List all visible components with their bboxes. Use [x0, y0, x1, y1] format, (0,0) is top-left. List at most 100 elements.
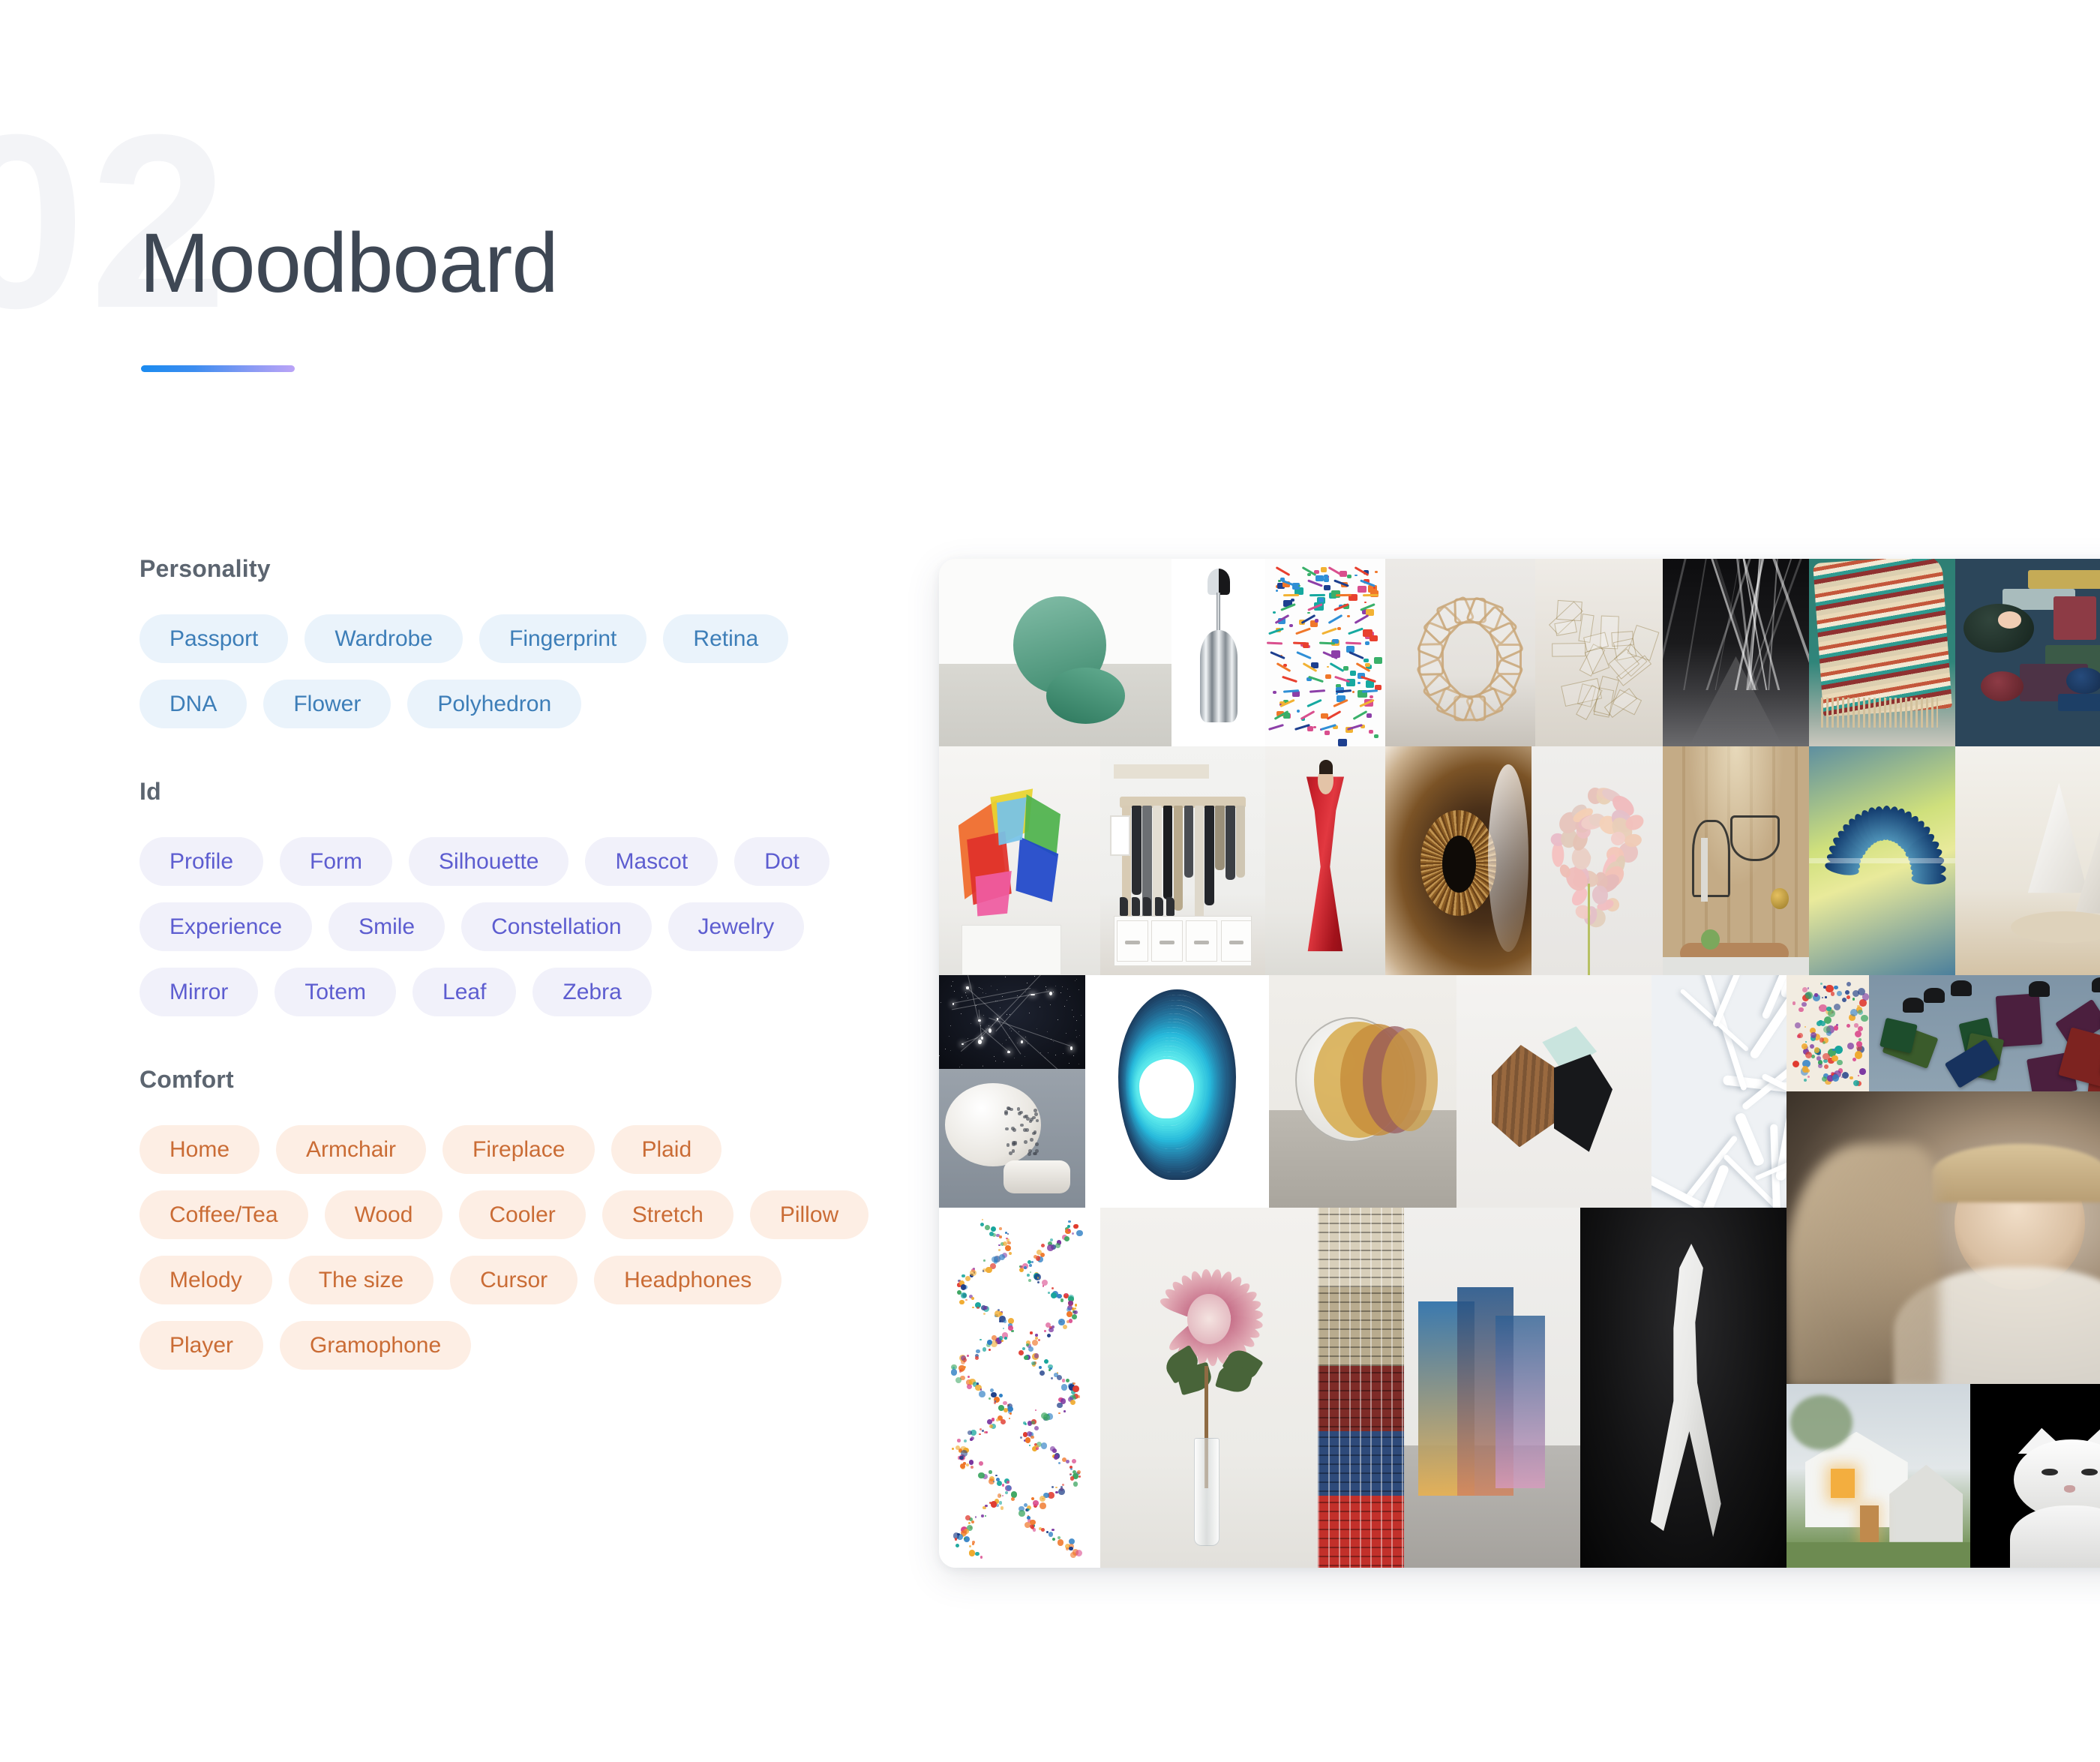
tag-silhouette[interactable]: Silhouette: [409, 837, 569, 886]
moodboard-image-white-dancer-sculpture: [1580, 1208, 1786, 1568]
moodboard-tile-teal-fingerprint-sculpture[interactable]: [1085, 975, 1269, 1208]
moodboard-tile-white-cat-portrait[interactable]: [1970, 1384, 2100, 1568]
moodboard-tile-chrome-corkscrew-figure[interactable]: [1172, 559, 1265, 746]
tag-constellation[interactable]: Constellation: [461, 902, 652, 951]
tag-melody[interactable]: Melody: [140, 1256, 272, 1304]
moodboard-tile-symmetric-architecture-bw[interactable]: [1663, 559, 1809, 746]
tag-cooler[interactable]: Cooler: [459, 1190, 586, 1239]
tag-groups-column: Personality Passport Wardrobe Fingerprint Re…: [140, 555, 897, 1419]
page-header: 02 Moodboard: [0, 98, 900, 405]
moodboard-image-white-lattice-relief: [1652, 975, 1786, 1208]
moodboard-image-porcelain-bowl-tube: [939, 1069, 1085, 1208]
moodboard-tile-wooden-door-hangers[interactable]: [1663, 746, 1809, 975]
moodboard-image-rainbow-prism-sculpture: [939, 746, 1100, 975]
moodboard-tile-green-mirror-discs[interactable]: [939, 559, 1172, 746]
moodboard-tile-dna-dot-poster[interactable]: [939, 1208, 1100, 1568]
tag-group-comfort: Comfort Home Armchair Fireplace Plaid Coffee/…: [140, 1066, 897, 1370]
tag-plaid[interactable]: Plaid: [611, 1125, 722, 1174]
moodboard-tile-pastel-polyhedron-sphere[interactable]: [1385, 559, 1535, 746]
moodboard-tile-protea-flower-vase[interactable]: [1100, 1208, 1318, 1568]
tag-home[interactable]: Home: [140, 1125, 260, 1174]
tag-pillow[interactable]: Pillow: [749, 1190, 869, 1239]
moodboard-image-plaid-blanket-stack: [1318, 1208, 1404, 1568]
tag-experience[interactable]: Experience: [140, 902, 313, 951]
tag-wardrobe[interactable]: Wardrobe: [304, 614, 463, 663]
tag-passport[interactable]: Passport: [140, 614, 289, 663]
moodboard-tile-constellation-night-sky[interactable]: [939, 975, 1085, 1069]
moodboard-image-blue-fan-abstract: [1809, 746, 1955, 975]
tag-retina[interactable]: Retina: [663, 614, 789, 663]
tag-leaf[interactable]: Leaf: [412, 968, 517, 1016]
tag-smile[interactable]: Smile: [328, 902, 446, 951]
moodboard-image-walk-in-closet-rail: [1100, 746, 1265, 975]
moodboard-tile-striped-blanket-teal-door[interactable]: [1809, 559, 1955, 746]
moodboard-tile-passports-on-pavement[interactable]: [1869, 975, 2100, 1091]
tag-jewelry[interactable]: Jewelry: [668, 902, 805, 951]
moodboard-tile-walk-in-closet-rail[interactable]: [1100, 746, 1265, 975]
tag-fingerprint[interactable]: Fingerprint: [479, 614, 647, 663]
tag-cursor[interactable]: Cursor: [450, 1256, 578, 1304]
tag-headphones[interactable]: Headphones: [594, 1256, 782, 1304]
tag-group-heading-comfort: Comfort: [140, 1066, 234, 1093]
moodboard-tile-colorful-dna-helix-poster[interactable]: [1265, 559, 1385, 746]
moodboard-tile-white-lattice-relief[interactable]: [1652, 975, 1786, 1208]
moodboard-image-pink-dahlia-flower: [1532, 746, 1663, 975]
moodboard-tile-girl-mirror-portrait[interactable]: [1786, 1091, 2100, 1384]
moodboard-image-gradient-glass-panels: [1404, 1208, 1580, 1568]
moodboard-collage[interactable]: [939, 559, 2100, 1568]
moodboard-tile-white-paper-folds[interactable]: [1955, 746, 2100, 975]
tag-stretch[interactable]: Stretch: [602, 1190, 734, 1239]
moodboard-image-white-paper-folds: [1955, 746, 2100, 975]
moodboard-tile-plaid-blanket-stack[interactable]: [1318, 1208, 1404, 1568]
moodboard-image-symmetric-architecture-bw: [1663, 559, 1809, 746]
tag-coffee-tea[interactable]: Coffee/Tea: [140, 1190, 308, 1239]
moodboard-image-dot-confetti-poster: [1786, 975, 1869, 1091]
moodboard-tile-color-chip-wall[interactable]: [1955, 559, 2100, 746]
moodboard-tile-amber-disc-mirror[interactable]: [1269, 975, 1456, 1208]
moodboard-tile-dot-confetti-poster[interactable]: [1786, 975, 1869, 1091]
moodboard-tile-porcelain-bowl-tube[interactable]: [939, 1069, 1085, 1208]
moodboard-tile-white-dancer-sculpture[interactable]: [1580, 1208, 1786, 1568]
tag-mirror[interactable]: Mirror: [140, 968, 259, 1016]
moodboard-image-color-chip-wall: [1955, 559, 2100, 746]
tag-group-heading-personality: Personality: [140, 555, 271, 582]
moodboard-tile-blue-fan-abstract[interactable]: [1809, 746, 1955, 975]
tag-zebra[interactable]: Zebra: [532, 968, 652, 1016]
tag-list-comfort: Home Armchair Fireplace Plaid Coffee/Tea Wood…: [140, 1125, 890, 1370]
tag-wood[interactable]: Wood: [324, 1190, 443, 1239]
moodboard-tile-pink-dahlia-flower[interactable]: [1532, 746, 1663, 975]
tag-gramophone[interactable]: Gramophone: [280, 1321, 472, 1370]
tag-form[interactable]: Form: [280, 837, 393, 886]
tag-armchair[interactable]: Armchair: [276, 1125, 427, 1174]
tag-flower[interactable]: Flower: [263, 680, 392, 728]
moodboard-tile-red-draped-mannequin[interactable]: [1265, 746, 1385, 975]
moodboard-image-gold-faceted-egg: [1535, 559, 1663, 746]
moodboard-tile-wood-mint-black-block[interactable]: [1456, 975, 1652, 1208]
tag-profile[interactable]: Profile: [140, 837, 264, 886]
moodboard-tile-closeup-iris-eye[interactable]: [1385, 746, 1532, 975]
tag-group-id: Id Profile Form Silhouette Mascot Dot Experien…: [140, 778, 897, 1016]
moodboard-image-striped-blanket-teal-door: [1809, 559, 1955, 746]
tag-group-personality: Personality Passport Wardrobe Fingerprint Re…: [140, 555, 897, 728]
tag-the-size[interactable]: The size: [288, 1256, 434, 1304]
tag-dna[interactable]: DNA: [140, 680, 248, 728]
moodboard-image-protea-flower-vase: [1100, 1208, 1318, 1568]
tag-mascot[interactable]: Mascot: [585, 837, 718, 886]
moodboard-page: 02 Moodboard Personality Passport Wardrobe…: [0, 0, 2100, 1762]
tag-dot[interactable]: Dot: [734, 837, 830, 886]
moodboard-tile-modern-house-dusk[interactable]: [1786, 1384, 1970, 1568]
tag-group-heading-id: Id: [140, 778, 161, 805]
tag-player[interactable]: Player: [140, 1321, 264, 1370]
tag-polyhedron[interactable]: Polyhedron: [407, 680, 582, 728]
moodboard-image-pastel-polyhedron-sphere: [1385, 559, 1535, 746]
tag-fireplace[interactable]: Fireplace: [442, 1125, 596, 1174]
moodboard-image-modern-house-dusk: [1786, 1384, 1970, 1568]
moodboard-image-constellation-night-sky: [939, 975, 1085, 1069]
moodboard-tile-rainbow-prism-sculpture[interactable]: [939, 746, 1100, 975]
moodboard-image-red-draped-mannequin: [1265, 746, 1385, 975]
moodboard-tile-gradient-glass-panels[interactable]: [1404, 1208, 1580, 1568]
moodboard-image-dna-dot-poster: [939, 1208, 1100, 1568]
moodboard-image-closeup-iris-eye: [1385, 746, 1532, 975]
moodboard-tile-gold-faceted-egg[interactable]: [1535, 559, 1663, 746]
tag-totem[interactable]: Totem: [274, 968, 397, 1016]
